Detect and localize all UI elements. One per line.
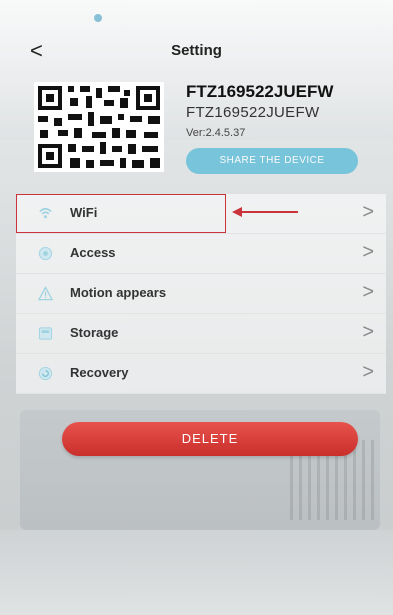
wifi-icon <box>39 207 52 219</box>
chevron-right-icon: > <box>362 201 374 223</box>
menu-item-label: WiFi <box>70 205 98 220</box>
chevron-right-icon: > <box>362 281 374 303</box>
page-title: Setting <box>171 42 222 59</box>
menu-item-label: Recovery <box>70 365 129 380</box>
header: < Setting <box>0 38 393 68</box>
menu-item-label: Motion appears <box>70 285 167 300</box>
menu-item-label: Storage <box>70 325 119 340</box>
menu-item-wifi[interactable]: WiFi > <box>16 194 386 234</box>
chevron-right-icon: > <box>362 321 374 343</box>
access-icon <box>38 246 53 261</box>
share-device-button[interactable]: SHARE THE DEVICE <box>186 148 358 174</box>
menu-item-recovery[interactable]: Recovery > <box>16 354 386 394</box>
storage-icon <box>38 327 53 340</box>
device-id: FTZ169522JUEFW <box>186 104 320 121</box>
menu-item-label: Access <box>70 245 116 260</box>
settings-screen: < Setting FTZ169522JUEFW FTZ169522JUEFW … <box>0 0 393 615</box>
delete-button[interactable]: DELETE <box>62 422 358 456</box>
chevron-right-icon: > <box>362 361 374 383</box>
status-indicator-icon <box>94 14 102 22</box>
warning-triangle-icon <box>38 286 53 301</box>
background-floor <box>0 530 393 615</box>
menu-item-storage[interactable]: Storage > <box>16 314 386 354</box>
menu-item-access[interactable]: Access > <box>16 234 386 274</box>
recovery-icon <box>38 366 53 381</box>
menu-item-motion-appears[interactable]: Motion appears > <box>16 274 386 314</box>
settings-menu: WiFi > Access > Motion appears > Storage… <box>16 194 386 394</box>
device-name: FTZ169522JUEFW <box>186 82 334 101</box>
qr-code <box>34 82 164 172</box>
chevron-right-icon: > <box>362 241 374 263</box>
firmware-version: Ver:2.4.5.37 <box>186 127 246 139</box>
